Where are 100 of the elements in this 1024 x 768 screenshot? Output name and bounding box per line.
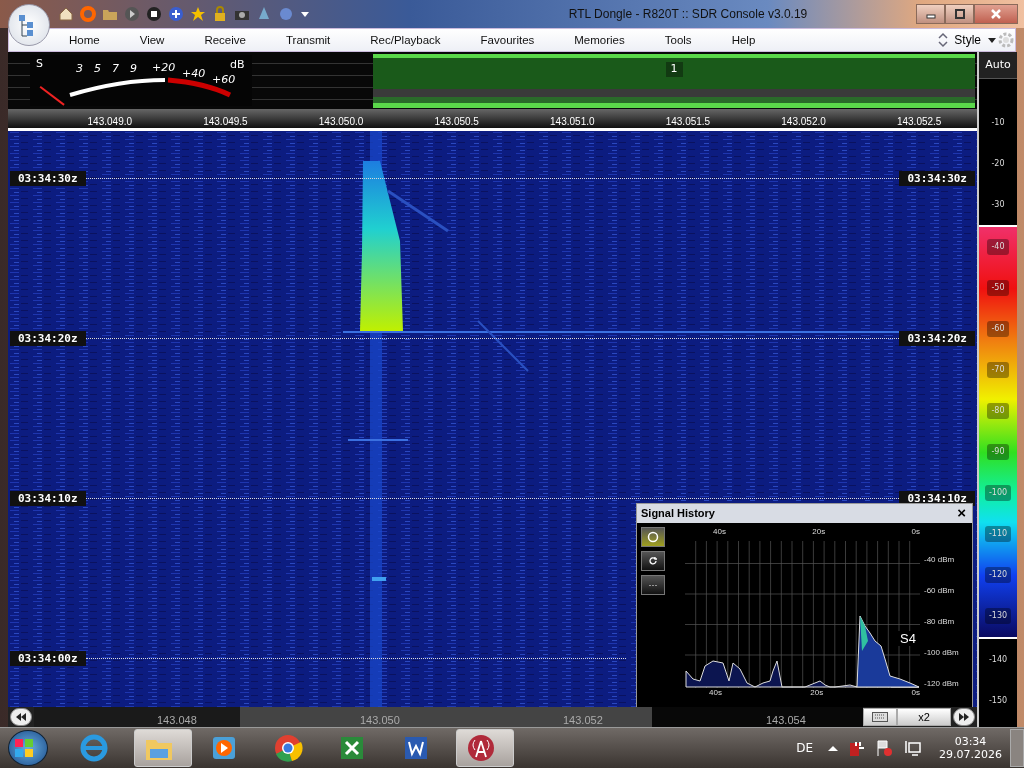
rewind-button[interactable]: [10, 708, 32, 726]
style-menu[interactable]: Style: [950, 33, 987, 47]
axis-label: 40s: [713, 526, 726, 538]
menu-item[interactable]: Favourites: [460, 34, 555, 46]
rewind-icon: [15, 711, 27, 723]
close-button[interactable]: ×: [955, 505, 968, 522]
menu-item[interactable]: Help: [711, 34, 776, 46]
close-icon: [990, 8, 1002, 20]
frequency-label: 143.050: [360, 713, 401, 727]
level-label: -70: [987, 362, 1009, 378]
play-icon[interactable]: [124, 6, 140, 22]
axis-label: -40 dBm: [924, 554, 956, 564]
axis-label: 0s: [911, 687, 920, 699]
meter-label: 3: [76, 61, 83, 75]
maximize-button[interactable]: [945, 4, 974, 24]
up-down-icon[interactable]: [936, 31, 951, 49]
level-label: -140: [987, 654, 1009, 666]
power-plug-icon[interactable]: [849, 739, 865, 757]
network-icon[interactable]: [903, 739, 921, 757]
meter-label: +20: [152, 60, 176, 74]
frequency-label: 143.051.5: [664, 114, 712, 128]
frequency-label: 143.049.0: [86, 114, 134, 128]
menu-item[interactable]: Memories: [554, 34, 645, 46]
meter-label: 9: [130, 61, 137, 75]
zoom-button[interactable]: x2: [897, 708, 951, 726]
frequency-label: 143.052.5: [895, 114, 943, 128]
clock[interactable]: 03:34 29.07.2026: [939, 735, 1002, 761]
start-button[interactable]: [8, 730, 48, 766]
level-label: -90: [987, 444, 1009, 460]
keyboard-icon: [872, 712, 888, 722]
level-label: -130: [984, 608, 1012, 624]
app-menu-button[interactable]: [8, 4, 50, 46]
channel-badge: 1: [665, 62, 683, 77]
keyboard-button[interactable]: [863, 708, 897, 726]
axis-label: 40s: [709, 687, 722, 699]
axis-label: -80 dBm: [924, 616, 956, 626]
level-label: -60: [987, 321, 1009, 337]
frequency-label: 143.052: [563, 713, 604, 727]
forward-icon: [958, 711, 970, 723]
axis-label: 20s: [810, 687, 824, 699]
refresh-icon: [648, 555, 658, 566]
close-button[interactable]: [974, 4, 1018, 24]
show-hidden-icons-icon[interactable]: [827, 744, 839, 752]
time-label: 03:34:30z: [899, 171, 975, 187]
frequency-label: 143.049.5: [202, 114, 249, 128]
plus-icon[interactable]: [168, 6, 184, 22]
frequency-label: 143.051.0: [549, 114, 596, 128]
record-button[interactable]: [641, 526, 665, 547]
clock-date: 29.07.2026: [939, 748, 1002, 761]
level-label: -20: [990, 158, 1006, 170]
more-button[interactable]: ···: [641, 574, 665, 595]
menu-item[interactable]: View: [119, 34, 185, 46]
level-label: -100: [984, 485, 1012, 501]
star-icon[interactable]: [190, 6, 206, 22]
windows-flag-icon: [13, 737, 35, 759]
meter-label: +60: [212, 72, 236, 86]
meter-label: S: [36, 56, 43, 70]
home-icon[interactable]: [58, 6, 74, 22]
frequency-label: 143.054: [766, 713, 806, 727]
level-label: -50: [987, 280, 1009, 296]
frequency-label: 143.050.0: [317, 114, 365, 128]
circle-icon: [272, 732, 304, 764]
panel-title: Signal History: [641, 507, 715, 520]
passband[interactable]: 1: [373, 54, 975, 108]
axis-label: -60 dBm: [924, 585, 956, 595]
reset-button[interactable]: [641, 550, 665, 571]
menu-item[interactable]: Receive: [184, 34, 266, 46]
time-label: 03:34:10z: [10, 491, 86, 507]
stop-icon[interactable]: [146, 6, 162, 22]
axis-label: 20s: [812, 526, 826, 538]
lock-icon[interactable]: [212, 6, 228, 22]
time-label: 03:34:20z: [10, 331, 86, 347]
caret-icon[interactable]: [987, 35, 997, 45]
meter-label: 7: [112, 61, 119, 75]
clock-time: 03:34: [954, 735, 987, 748]
level-label: -80: [987, 403, 1009, 419]
axis-label: -100 dBm: [924, 647, 959, 657]
menu-item[interactable]: Rec/Playback: [350, 34, 461, 46]
forward-button[interactable]: [953, 708, 975, 726]
language-indicator[interactable]: DE: [796, 741, 813, 755]
flag-icon[interactable]: [875, 739, 893, 757]
auto-button[interactable]: Auto: [979, 52, 1017, 79]
window-title: RTL Dongle - R820T :: SDR Console v3.0.19: [567, 7, 809, 21]
level-label: -30: [990, 199, 1006, 211]
level-label: -110: [984, 526, 1012, 542]
meter-unit: dB: [230, 57, 245, 71]
axis-label: 0s: [911, 526, 920, 538]
time-label: 03:34:30z: [10, 171, 86, 187]
menu-item[interactable]: Home: [49, 34, 120, 46]
menu-item[interactable]: Transmit: [265, 34, 351, 46]
taskbar-app[interactable]: [456, 729, 514, 767]
level-label: -150: [987, 695, 1009, 707]
axis-label: -120 dBm: [924, 678, 959, 688]
circle-icon: [647, 530, 659, 543]
signal-readout: S4: [898, 630, 918, 646]
frequency-label: 143.048: [157, 713, 198, 727]
level-label: -120: [984, 567, 1012, 583]
meter-label: +40: [182, 66, 206, 80]
menu-item[interactable]: Tools: [644, 34, 712, 46]
time-label: 03:34:00z: [10, 651, 86, 667]
